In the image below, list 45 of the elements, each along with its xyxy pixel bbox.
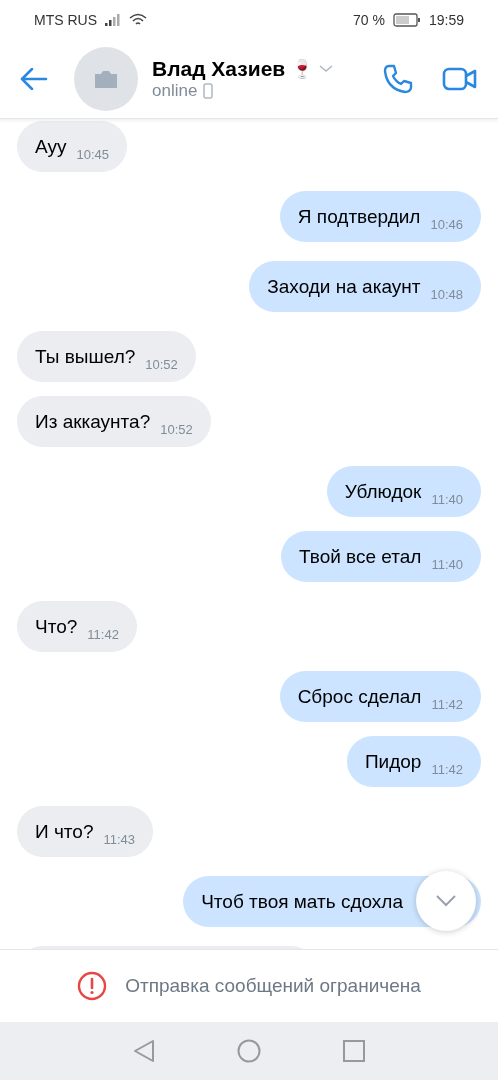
- battery-icon: [392, 13, 421, 27]
- contact-name[interactable]: Влад Хазиев: [152, 57, 286, 81]
- message-time: 10:52: [145, 357, 178, 372]
- message-text: Я подтвердил: [297, 205, 421, 228]
- back-triangle-icon[interactable]: [133, 1039, 155, 1063]
- clock-time: 19:59: [428, 12, 464, 28]
- warning-icon: [77, 971, 108, 1001]
- recents-square-icon[interactable]: [343, 1040, 365, 1062]
- message-text: Ты вышел?: [35, 345, 136, 368]
- battery-percent: 70 %: [353, 12, 385, 28]
- message-text: Чтоб твоя мать сдохла: [201, 890, 403, 913]
- message-time: 11:40: [431, 492, 463, 507]
- phone-device-icon: [203, 83, 214, 99]
- phone-icon[interactable]: [382, 63, 414, 95]
- message-text: Что?: [35, 615, 78, 638]
- message-text: Ауу: [35, 135, 67, 158]
- message-time: 10:52: [160, 422, 193, 437]
- message-text: Пидор: [364, 750, 422, 773]
- video-camera-icon[interactable]: [442, 66, 478, 92]
- signal-icon: [105, 14, 121, 26]
- message-time: 11:42: [431, 697, 463, 712]
- carrier-name: MTS RUS: [34, 12, 97, 28]
- message-time: 11:42: [87, 627, 119, 642]
- message-text: Из аккаунта?: [35, 410, 151, 433]
- message-time: 11:42: [431, 762, 463, 777]
- camera-icon: [93, 69, 119, 89]
- home-circle-icon[interactable]: [237, 1039, 261, 1063]
- message-text: И что?: [35, 820, 94, 843]
- message-text: Твой все етал: [299, 545, 422, 568]
- message-time: 10:45: [76, 147, 109, 162]
- message-time: 10:46: [430, 217, 463, 232]
- message-text: Ублюдок: [344, 480, 422, 503]
- back-arrow-icon[interactable]: [20, 68, 48, 90]
- emoji: 🍷: [291, 58, 314, 80]
- chevron-down-icon: [319, 65, 334, 73]
- wifi-icon: [129, 13, 147, 27]
- scroll-down-button[interactable]: [416, 871, 476, 931]
- restriction-notice: Отправка сообщений ограничена: [125, 975, 421, 997]
- online-status: online: [152, 81, 198, 101]
- message-time: 11:40: [431, 557, 463, 572]
- message-text: Заходи на акаунт: [267, 275, 421, 298]
- message-text: Сброс сделал: [297, 685, 422, 708]
- chevron-down-icon: [436, 895, 456, 907]
- message-time: 10:48: [430, 287, 463, 302]
- message-time: 11:43: [103, 832, 136, 847]
